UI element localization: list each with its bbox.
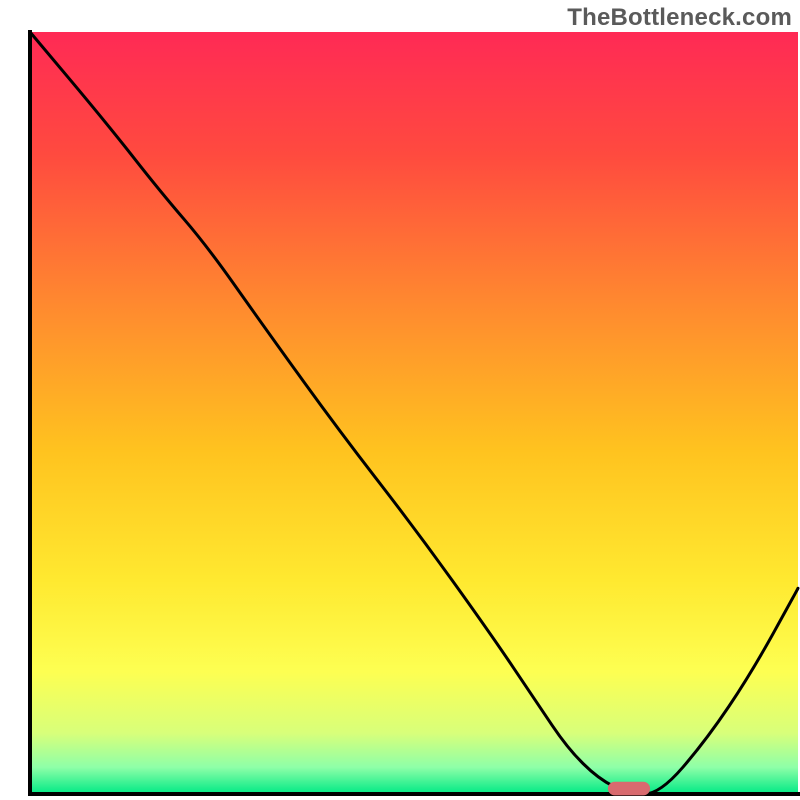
plot-background [30, 32, 798, 794]
chart-container: TheBottleneck.com [0, 0, 800, 800]
optimal-point [608, 782, 650, 796]
bottleneck-chart [0, 0, 800, 800]
